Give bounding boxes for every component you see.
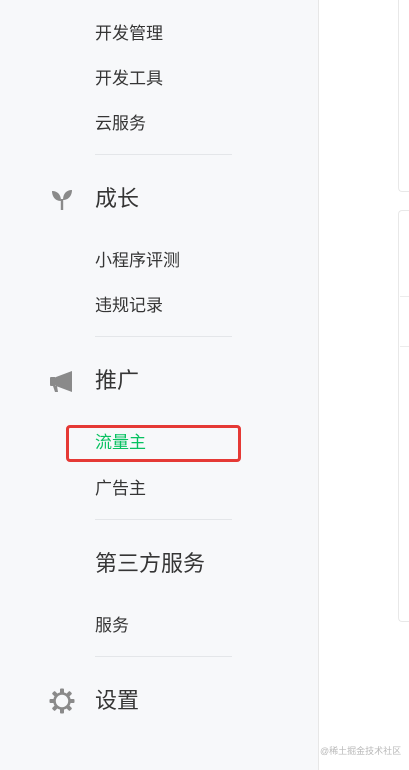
group-title-promotion: 推广 <box>95 368 140 393</box>
empty-icon-slot <box>46 548 78 580</box>
content-card <box>398 210 409 622</box>
watermark: @稀土掘金技术社区 <box>320 746 402 756</box>
divider <box>95 336 232 337</box>
sidebar-nav: 开发管理 开发工具 云服务 成长 小程序评测 违规记录 推广 流量主 广告主 第… <box>0 0 318 770</box>
sprout-icon <box>46 183 78 215</box>
sidebar-item-dev-tools[interactable]: 开发工具 <box>95 69 163 89</box>
sidebar-item-advertiser[interactable]: 广告主 <box>95 479 146 499</box>
group-title-settings: 设置 <box>95 688 140 713</box>
page: 开发管理 开发工具 云服务 成长 小程序评测 违规记录 推广 流量主 广告主 第… <box>0 0 409 770</box>
annotation-highlight-box <box>66 425 241 462</box>
divider <box>95 519 232 520</box>
sidebar-item-service[interactable]: 服务 <box>95 616 129 636</box>
card-divider <box>400 346 409 347</box>
sidebar-item-traffic-owner[interactable]: 流量主 <box>95 433 146 453</box>
group-title-third-party: 第三方服务 <box>95 551 206 576</box>
sidebar-item-dev-management[interactable]: 开发管理 <box>95 24 163 44</box>
sidebar-item-cloud-service[interactable]: 云服务 <box>95 114 146 134</box>
group-header-growth[interactable]: 成长 <box>46 183 139 215</box>
group-header-third-party[interactable]: 第三方服务 <box>46 548 205 580</box>
group-header-promotion[interactable]: 推广 <box>46 365 139 397</box>
divider <box>95 154 232 155</box>
divider <box>95 656 232 657</box>
group-title-growth: 成长 <box>95 186 140 211</box>
sidebar-item-evaluation[interactable]: 小程序评测 <box>95 251 180 271</box>
content-card <box>398 0 409 192</box>
gear-icon <box>46 685 78 717</box>
card-divider <box>400 296 409 297</box>
sidebar-item-violation-record[interactable]: 违规记录 <box>95 296 163 316</box>
main-content <box>319 0 409 770</box>
group-header-settings[interactable]: 设置 <box>46 685 139 717</box>
megaphone-icon <box>46 365 78 397</box>
